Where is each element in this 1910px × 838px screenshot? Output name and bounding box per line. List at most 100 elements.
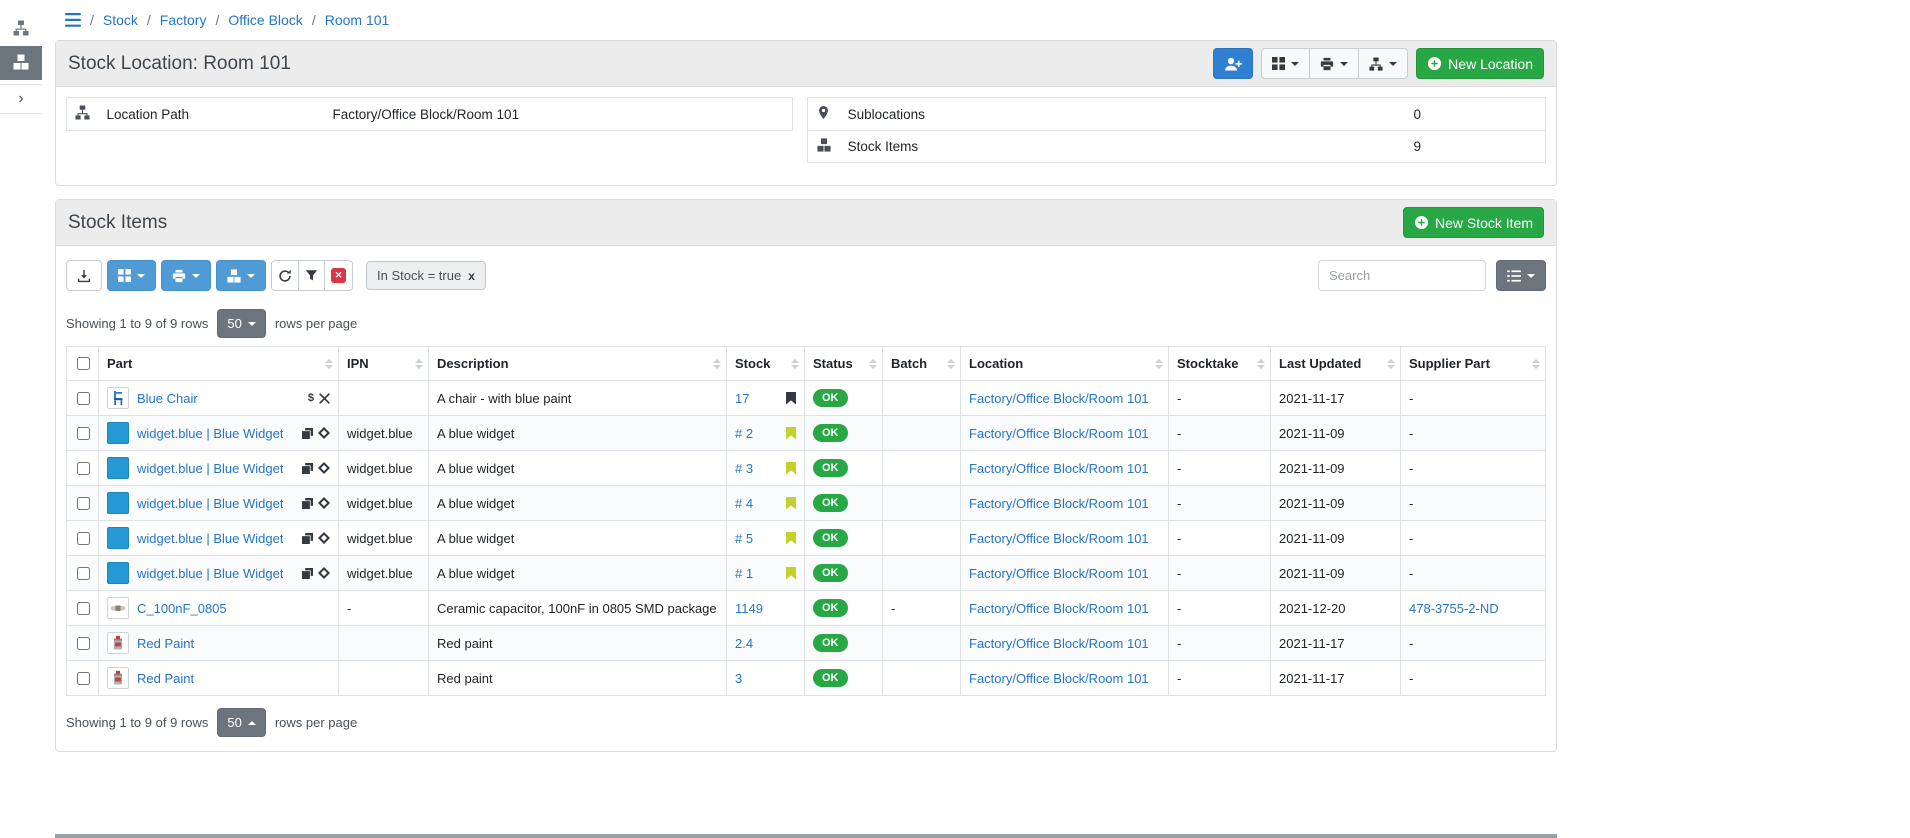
part-link[interactable]: widget.blue | Blue Widget: [137, 426, 283, 441]
row-checkbox[interactable]: [77, 532, 90, 545]
part-link[interactable]: Red Paint: [137, 671, 194, 686]
stock-quantity-link[interactable]: # 5: [735, 531, 753, 546]
ipn-cell: widget.blue: [339, 521, 429, 556]
column-header-ipn[interactable]: IPN: [339, 347, 429, 381]
expand-sidebar-button[interactable]: ›: [0, 84, 42, 114]
filter-button[interactable]: [298, 260, 325, 291]
location-link[interactable]: Factory/Office Block/Room 101: [969, 426, 1149, 441]
page-size-dropdown[interactable]: 50: [217, 309, 265, 338]
supplier-part-link[interactable]: -: [1409, 671, 1413, 686]
new-stock-item-button[interactable]: New Stock Item: [1403, 207, 1544, 238]
location-actions: New Location: [1213, 48, 1544, 79]
row-checkbox[interactable]: [77, 497, 90, 510]
sort-icon: [1155, 359, 1163, 369]
column-header-batch[interactable]: Batch: [883, 347, 961, 381]
row-checkbox[interactable]: [77, 672, 90, 685]
location-link[interactable]: Factory/Office Block/Room 101: [969, 461, 1149, 476]
status-badge: OK: [813, 424, 848, 442]
row-checkbox[interactable]: [77, 392, 90, 405]
horizontal-scrollbar[interactable]: [55, 834, 1557, 838]
supplier-part-link[interactable]: 478-3755-2-ND: [1409, 601, 1499, 616]
column-header-last-updated[interactable]: Last Updated: [1271, 347, 1401, 381]
row-checkbox[interactable]: [77, 602, 90, 615]
column-header-supplier-part[interactable]: Supplier Part: [1401, 347, 1546, 381]
supplier-part-link[interactable]: -: [1409, 636, 1413, 651]
location-link[interactable]: Factory/Office Block/Room 101: [969, 391, 1149, 406]
export-button[interactable]: [66, 260, 102, 291]
menu-icon[interactable]: [65, 13, 81, 27]
location-link[interactable]: Factory/Office Block/Room 101: [969, 566, 1149, 581]
breadcrumb-link-stock[interactable]: Stock: [103, 12, 138, 28]
user-button[interactable]: [1213, 48, 1253, 79]
supplier-part-link[interactable]: -: [1409, 496, 1413, 511]
toolbar-right: [1318, 260, 1546, 291]
part-link[interactable]: widget.blue | Blue Widget: [137, 496, 283, 511]
print-actions-button[interactable]: [1309, 48, 1359, 79]
location-link[interactable]: Factory/Office Block/Room 101: [969, 496, 1149, 511]
variant-diamond-icon: [318, 427, 330, 439]
refresh-button[interactable]: [271, 260, 299, 291]
description-cell: A blue widget: [429, 451, 727, 486]
column-header-status[interactable]: Status: [805, 347, 883, 381]
barcode-actions-button[interactable]: [1261, 48, 1310, 79]
supplier-part-link[interactable]: -: [1409, 391, 1413, 406]
stock-quantity-link[interactable]: # 4: [735, 496, 753, 511]
status-cell: OK: [805, 626, 883, 661]
stock-actions-button[interactable]: [216, 260, 266, 291]
filter-chip[interactable]: In Stock = true x: [366, 261, 486, 290]
barcode-actions-button[interactable]: [107, 260, 156, 291]
location-link[interactable]: Factory/Office Block/Room 101: [969, 531, 1149, 546]
select-all-checkbox[interactable]: [77, 357, 90, 370]
stock-quantity-link[interactable]: # 2: [735, 426, 753, 441]
supplier-part-link[interactable]: -: [1409, 566, 1413, 581]
breadcrumb-link-office-block[interactable]: Office Block: [228, 12, 302, 28]
stock-quantity-link[interactable]: 2.4: [735, 636, 753, 651]
column-header-stock[interactable]: Stock: [727, 347, 805, 381]
sidebar-item-parts[interactable]: [0, 12, 42, 46]
column-header-location[interactable]: Location: [961, 347, 1169, 381]
breadcrumb-link-room-101[interactable]: Room 101: [325, 12, 390, 28]
filter-chip-label: In Stock = true: [377, 268, 461, 283]
location-cell: Factory/Office Block/Room 101: [961, 486, 1169, 521]
location-link[interactable]: Factory/Office Block/Room 101: [969, 601, 1149, 616]
row-checkbox[interactable]: [77, 427, 90, 440]
column-header-description[interactable]: Description: [429, 347, 727, 381]
search-input[interactable]: [1318, 260, 1486, 291]
print-actions-button[interactable]: [161, 260, 211, 291]
stock-quantity-link[interactable]: 3: [735, 671, 742, 686]
page-size-dropdown[interactable]: 50: [217, 708, 265, 737]
part-link[interactable]: Red Paint: [137, 636, 194, 651]
remove-filters-button[interactable]: ✕: [324, 260, 353, 291]
table-columns-button[interactable]: [1496, 260, 1546, 291]
part-link[interactable]: Blue Chair: [137, 391, 198, 406]
column-header-stocktake[interactable]: Stocktake: [1169, 347, 1271, 381]
filter-chip-remove[interactable]: x: [468, 269, 475, 283]
row-checkbox[interactable]: [77, 567, 90, 580]
stock-boxes-icon: [227, 269, 241, 283]
row-checkbox-cell: [67, 486, 99, 521]
column-header-part[interactable]: Part: [99, 347, 339, 381]
stock-quantity-link[interactable]: # 1: [735, 566, 753, 581]
supplier-part-link[interactable]: -: [1409, 426, 1413, 441]
location-link[interactable]: Factory/Office Block/Room 101: [969, 671, 1149, 686]
supplier-part-link[interactable]: -: [1409, 531, 1413, 546]
part-link[interactable]: widget.blue | Blue Widget: [137, 461, 283, 476]
status-badge: OK: [813, 494, 848, 512]
stock-quantity-link[interactable]: # 3: [735, 461, 753, 476]
part-link[interactable]: widget.blue | Blue Widget: [137, 566, 283, 581]
ipn-cell: widget.blue: [339, 416, 429, 451]
location-link[interactable]: Factory/Office Block/Room 101: [969, 636, 1149, 651]
row-checkbox[interactable]: [77, 637, 90, 650]
part-link[interactable]: widget.blue | Blue Widget: [137, 531, 283, 546]
new-location-button[interactable]: New Location: [1416, 48, 1544, 79]
stock-quantity-link[interactable]: 1149: [735, 601, 763, 616]
qr-grid-icon: [1272, 57, 1285, 70]
location-cell: Factory/Office Block/Room 101: [961, 556, 1169, 591]
stock-quantity-link[interactable]: 17: [735, 391, 749, 406]
part-link[interactable]: C_100nF_0805: [137, 601, 227, 616]
sidebar-item-stock[interactable]: [0, 46, 42, 80]
breadcrumb-link-factory[interactable]: Factory: [160, 12, 207, 28]
supplier-part-link[interactable]: -: [1409, 461, 1413, 476]
row-checkbox[interactable]: [77, 462, 90, 475]
location-options-button[interactable]: [1358, 48, 1408, 79]
